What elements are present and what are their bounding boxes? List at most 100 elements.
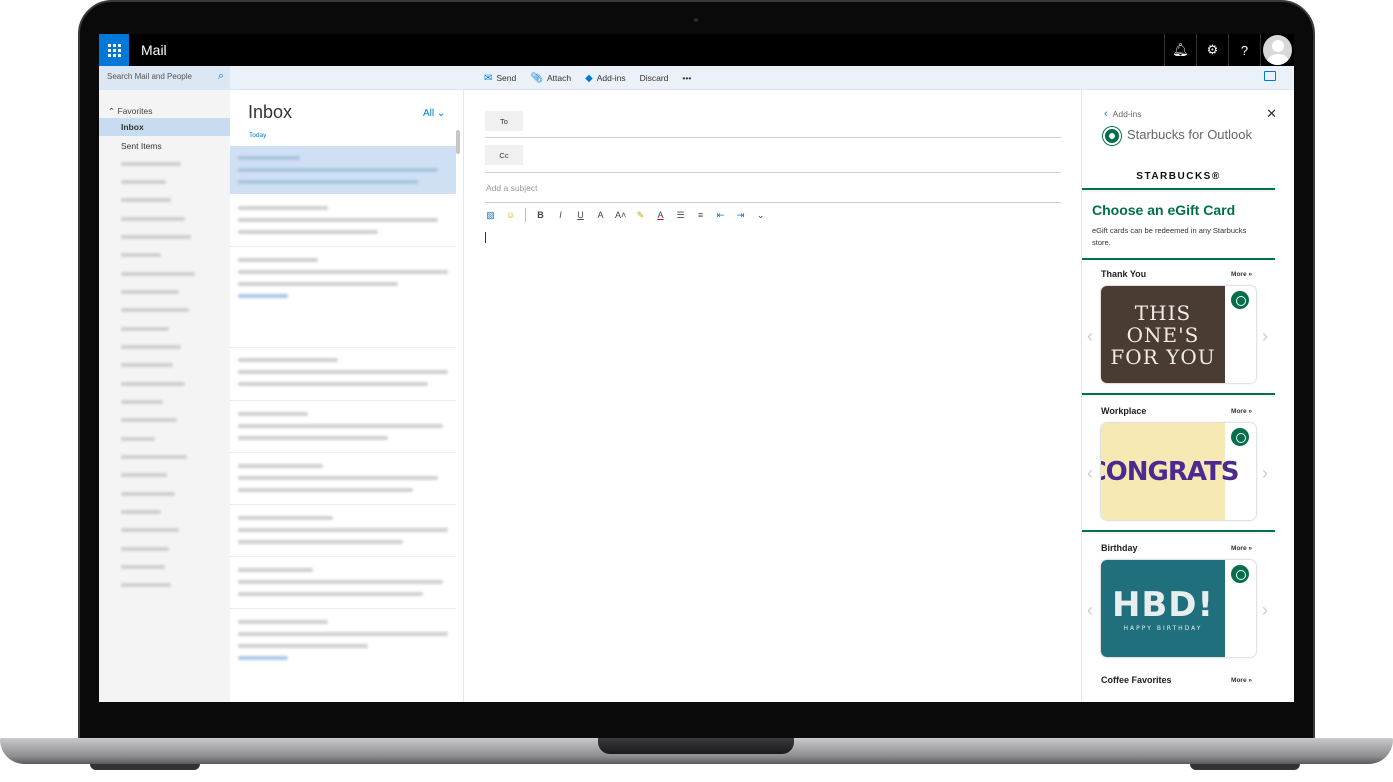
gift-card-birthday[interactable]: HBD! HAPPY BIRTHDAY	[1101, 560, 1256, 657]
list-item[interactable]	[230, 402, 456, 452]
divider	[230, 246, 456, 247]
blurred-folder	[121, 290, 179, 294]
addins-back-link[interactable]: ‹ Add-ins	[1104, 108, 1142, 120]
list-item[interactable]	[230, 350, 456, 400]
more-link[interactable]: More »	[1231, 545, 1252, 552]
hero-title: Choose an eGift Card	[1092, 202, 1236, 218]
bold-button[interactable]: B	[535, 210, 546, 220]
chevron-left-icon[interactable]: ‹	[1087, 600, 1093, 621]
divider	[230, 608, 456, 609]
help-button[interactable]: ?	[1228, 34, 1260, 66]
cc-button[interactable]: Cc	[485, 145, 523, 165]
to-field[interactable]	[485, 137, 1061, 138]
account-button[interactable]	[1260, 34, 1294, 66]
body-editor-caret[interactable]	[485, 232, 486, 243]
ellipsis-icon: •••	[682, 73, 692, 83]
chevron-up-icon: ⌃	[108, 106, 116, 116]
list-item-selected[interactable]	[230, 146, 456, 194]
folder-pane: ⌃ Favorites Inbox Sent Items	[99, 90, 230, 702]
message-list-title: Inbox	[248, 102, 293, 122]
chevron-right-icon[interactable]: ›	[1262, 463, 1268, 484]
increase-indent-icon[interactable]: ⇥	[735, 210, 746, 221]
more-actions-button[interactable]: •••	[682, 73, 691, 83]
chevron-right-icon[interactable]: ›	[1262, 326, 1268, 347]
search-box[interactable]: Search Mail and People ⌕	[99, 66, 230, 90]
to-button[interactable]: To	[485, 111, 523, 131]
list-item[interactable]	[230, 196, 456, 246]
chevron-right-icon[interactable]: ›	[1262, 600, 1268, 621]
chevron-left-icon[interactable]: ‹	[1087, 326, 1093, 347]
send-button[interactable]: ✉ Send	[484, 73, 516, 84]
highlight-icon[interactable]: ✎	[635, 210, 646, 221]
blurred-folder	[121, 583, 171, 587]
blurred-folder	[121, 363, 173, 367]
blurred-folder	[121, 510, 161, 514]
folder-sent-items[interactable]: Sent Items	[99, 137, 230, 155]
subject-underline	[485, 202, 1061, 203]
category-coffee-favorites: Coffee Favorites More »	[1082, 666, 1275, 702]
bell-icon: 🔔︎	[1172, 42, 1189, 57]
font-size-icon[interactable]: A	[595, 210, 606, 220]
waffle-icon	[107, 43, 121, 57]
app-launcher-button[interactable]	[99, 34, 129, 66]
divider	[230, 347, 456, 348]
cc-field[interactable]	[485, 172, 1061, 173]
gift-card-thank-you[interactable]: THIS ONE'S FOR YOU	[1101, 286, 1256, 383]
blurred-folder	[121, 382, 185, 386]
font-color-icon[interactable]: A	[655, 210, 666, 220]
starbucks-logo-icon	[1103, 127, 1121, 145]
divider	[525, 208, 526, 222]
list-item[interactable]	[230, 454, 456, 504]
addins-button[interactable]: ◆ Add-ins	[585, 73, 626, 84]
camera	[694, 18, 698, 22]
divider	[230, 452, 456, 453]
scrollbar[interactable]	[456, 130, 460, 154]
search-input[interactable]: Search Mail and People	[107, 72, 192, 81]
category-name: Coffee Favorites	[1101, 675, 1172, 685]
addin-pane: ‹ Add-ins ✕ Starbucks for Outlook STARBU…	[1081, 90, 1294, 702]
screen: Mail 🔔︎ ⚙ ? Search Mail and People ⌕ ✉ S	[99, 34, 1294, 702]
message-list: Inbox All ⌄ Today	[230, 90, 464, 702]
list-item[interactable]	[230, 506, 456, 556]
list-item[interactable]	[230, 610, 456, 660]
group-header-today: Today	[249, 132, 267, 139]
grow-font-icon[interactable]: A˄	[615, 210, 626, 220]
insert-picture-icon[interactable]: ▧	[485, 210, 496, 221]
store-icon: ◆	[585, 72, 593, 84]
chevron-left-icon[interactable]: ‹	[1087, 463, 1093, 484]
numbering-icon[interactable]: ≡	[695, 210, 706, 220]
notifications-button[interactable]: 🔔︎	[1164, 34, 1196, 66]
popout-icon[interactable]	[1264, 71, 1276, 81]
folder-inbox[interactable]: Inbox	[99, 118, 230, 136]
more-link[interactable]: More »	[1231, 408, 1252, 415]
divider	[230, 400, 456, 401]
decrease-indent-icon[interactable]: ⇤	[715, 210, 726, 221]
subject-input[interactable]: Add a subject	[486, 183, 538, 193]
card-art: CONGRATS	[1101, 423, 1239, 520]
more-link[interactable]: More »	[1231, 677, 1252, 684]
favorites-header[interactable]: ⌃ Favorites	[108, 106, 152, 117]
chevron-down-icon[interactable]: ⌄	[755, 210, 766, 221]
settings-button[interactable]: ⚙	[1196, 34, 1228, 66]
gift-card-congrats[interactable]: CONGRATS	[1101, 423, 1256, 520]
close-icon[interactable]: ✕	[1266, 106, 1277, 122]
list-item[interactable]	[230, 558, 456, 608]
list-item[interactable]	[230, 248, 456, 298]
avatar	[1263, 35, 1292, 65]
underline-button[interactable]: U	[575, 210, 586, 220]
bullets-icon[interactable]: ☰	[675, 210, 686, 221]
search-icon[interactable]: ⌕	[218, 70, 224, 83]
brand-wordmark: STARBUCKS®	[1082, 164, 1275, 190]
more-link[interactable]: More »	[1231, 271, 1252, 278]
blurred-folder	[121, 308, 189, 312]
italic-button[interactable]: I	[555, 210, 566, 220]
filter-dropdown[interactable]: All ⌄	[423, 108, 445, 119]
addin-content: STARBUCKS® Choose an eGift Card eGift ca…	[1082, 164, 1275, 702]
discard-button[interactable]: Discard	[640, 73, 669, 83]
app-bar: Mail 🔔︎ ⚙ ?	[99, 34, 1294, 66]
blurred-folder	[121, 180, 166, 184]
paperclip-icon: 📎︎	[530, 72, 543, 84]
blurred-folder	[121, 547, 169, 551]
attach-button[interactable]: 📎︎ Attach	[530, 73, 571, 84]
emoji-icon[interactable]: ☺	[505, 210, 516, 220]
